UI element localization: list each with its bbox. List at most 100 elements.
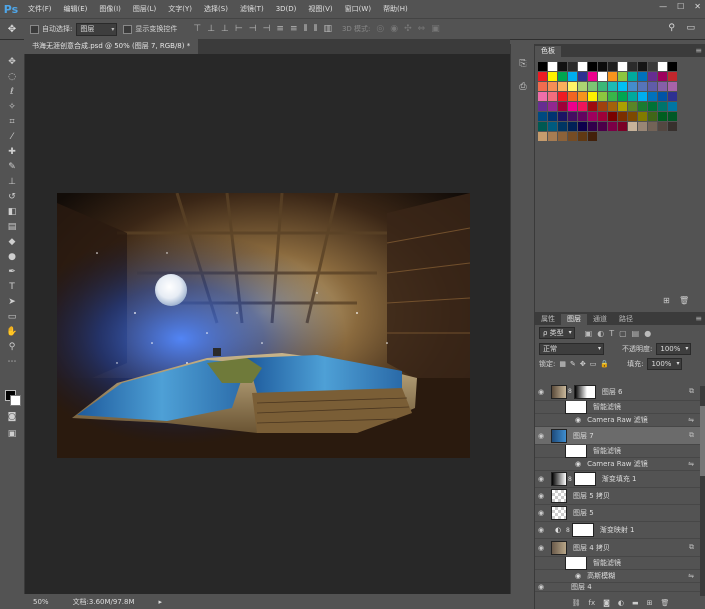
color-swatch[interactable] [648, 82, 657, 91]
color-swatch[interactable] [598, 62, 607, 71]
color-swatch[interactable] [578, 72, 587, 81]
layer-name[interactable]: 图层 5 拷贝 [573, 491, 610, 501]
roll-3d-icon[interactable]: ◉ [390, 24, 398, 34]
color-swatch[interactable] [578, 132, 587, 141]
color-swatch[interactable] [658, 122, 667, 131]
align-top-icon[interactable]: ⊤ [193, 24, 201, 34]
color-swatch[interactable] [558, 72, 567, 81]
distribute-icon[interactable]: ≡ [290, 24, 298, 34]
smart-filter-row[interactable]: 智能滤镜 [535, 556, 705, 570]
group-folder-icon[interactable]: ▬ [632, 599, 639, 607]
history-brush-tool-icon[interactable]: ↺ [0, 189, 24, 204]
panel-menu-icon[interactable]: ≡ [695, 46, 702, 55]
color-swatch[interactable] [568, 62, 577, 71]
color-swatch[interactable] [618, 102, 627, 111]
chain-icon[interactable]: 8 [568, 388, 572, 395]
filter-type-icon[interactable]: T [609, 329, 614, 338]
menu-type[interactable]: 文字(Y) [162, 4, 198, 14]
gradient-tool-icon[interactable]: ▤ [0, 219, 24, 234]
adjustment-layer-icon[interactable]: ◐ [618, 599, 624, 607]
tab-properties[interactable]: 属性 [535, 314, 561, 325]
menu-filter[interactable]: 滤镜(T) [234, 4, 270, 14]
color-swatch[interactable] [618, 62, 627, 71]
layer-row[interactable]: ◉ 8 渐变填充 1 [535, 471, 705, 488]
color-swatch[interactable] [608, 92, 617, 101]
visibility-eye-icon[interactable]: ◉ [535, 509, 547, 517]
color-swatch[interactable] [588, 132, 597, 141]
color-swatch[interactable] [638, 82, 647, 91]
color-swatch[interactable] [538, 62, 547, 71]
color-swatch[interactable] [658, 112, 667, 121]
maximize-button[interactable]: ☐ [677, 2, 684, 11]
color-swatch[interactable] [628, 102, 637, 111]
blur-tool-icon[interactable]: ◆ [0, 234, 24, 249]
smart-filter-row[interactable]: 智能滤镜 [535, 400, 705, 414]
history-panel-icon[interactable]: ⎘ [511, 56, 535, 71]
filter-adjust-icon[interactable]: ◐ [597, 329, 604, 338]
layer-name[interactable]: 图层 4 拷贝 [573, 543, 610, 553]
quick-mask-icon[interactable]: ◙ [0, 409, 24, 424]
filter-toggle-icon[interactable]: ● [644, 329, 651, 338]
color-swatch[interactable] [578, 102, 587, 111]
visibility-eye-icon[interactable]: ◉ [535, 475, 547, 483]
color-swatch[interactable] [648, 102, 657, 111]
lock-all-icon[interactable]: 🔒 [600, 360, 609, 368]
color-swatch[interactable] [638, 72, 647, 81]
color-swatch[interactable] [548, 122, 557, 131]
new-swatch-icon[interactable]: ⊞ [663, 296, 670, 305]
layer-row-selected[interactable]: ◉ 图层 7 ⧉ [535, 427, 705, 445]
blend-mode-dropdown[interactable]: 正常 [539, 342, 604, 355]
color-swatch[interactable] [558, 82, 567, 91]
color-swatch[interactable] [538, 82, 547, 91]
color-swatch[interactable] [668, 82, 677, 91]
color-swatch[interactable] [588, 72, 597, 81]
color-swatch[interactable] [668, 72, 677, 81]
layer-mask-thumbnail[interactable] [573, 384, 596, 399]
layer-row[interactable]: ◉ 图层 5 拷贝 [535, 488, 705, 505]
layer-row[interactable]: ◉ 8 图层 6 ⧉ [535, 383, 705, 401]
color-swatch[interactable] [558, 92, 567, 101]
minimize-button[interactable]: — [659, 2, 667, 11]
align-bottom-icon[interactable]: ⊥ [221, 24, 229, 34]
clone-stamp-tool-icon[interactable]: ⊥ [0, 174, 24, 189]
visibility-eye-icon[interactable]: ◉ [575, 460, 581, 468]
color-swatch[interactable] [628, 112, 637, 121]
color-swatch[interactable] [668, 102, 677, 111]
auto-align-icon[interactable]: ▥ [323, 24, 332, 34]
color-swatch[interactable] [598, 92, 607, 101]
color-swatch[interactable] [588, 82, 597, 91]
color-swatch[interactable] [648, 72, 657, 81]
color-swatch[interactable] [538, 92, 547, 101]
color-swatch[interactable] [668, 62, 677, 71]
rectangle-tool-icon[interactable]: ▭ [0, 309, 24, 324]
tab-swatches[interactable]: 色板 [535, 46, 561, 57]
color-swatch[interactable] [658, 102, 667, 111]
filter-options-icon[interactable]: ⇋ [688, 416, 694, 424]
lasso-tool-icon[interactable]: ℓ [0, 84, 24, 99]
color-swatch[interactable] [578, 92, 587, 101]
filter-pixel-icon[interactable]: ▣ [585, 329, 593, 338]
color-swatch[interactable] [578, 112, 587, 121]
color-swatch[interactable] [628, 122, 637, 131]
pen-tool-icon[interactable]: ✒ [0, 264, 24, 279]
color-swatch[interactable] [648, 112, 657, 121]
color-swatch[interactable] [658, 82, 667, 91]
color-swatch[interactable] [618, 112, 627, 121]
menu-window[interactable]: 窗口(W) [339, 4, 377, 14]
color-swatch[interactable] [588, 92, 597, 101]
artwork-image[interactable] [57, 193, 470, 458]
color-swatch[interactable] [568, 122, 577, 131]
color-swatch[interactable] [558, 102, 567, 111]
color-swatch[interactable] [638, 92, 647, 101]
fill-input[interactable]: 100% [647, 357, 683, 370]
color-swatch[interactable] [548, 72, 557, 81]
color-swatch[interactable] [568, 92, 577, 101]
layer-name[interactable]: 图层 4 [571, 583, 592, 591]
color-swatch[interactable] [638, 112, 647, 121]
brush-tool-icon[interactable]: ✎ [0, 159, 24, 174]
zoom-level[interactable]: 50% [33, 598, 49, 606]
layer-row[interactable]: ◉ 图层 4 拷贝 ⧉ [535, 539, 705, 557]
document-info[interactable]: 文档:3.60M/97.8M [73, 597, 135, 607]
color-swatch[interactable] [578, 122, 587, 131]
layer-name[interactable]: 图层 6 [602, 387, 623, 397]
